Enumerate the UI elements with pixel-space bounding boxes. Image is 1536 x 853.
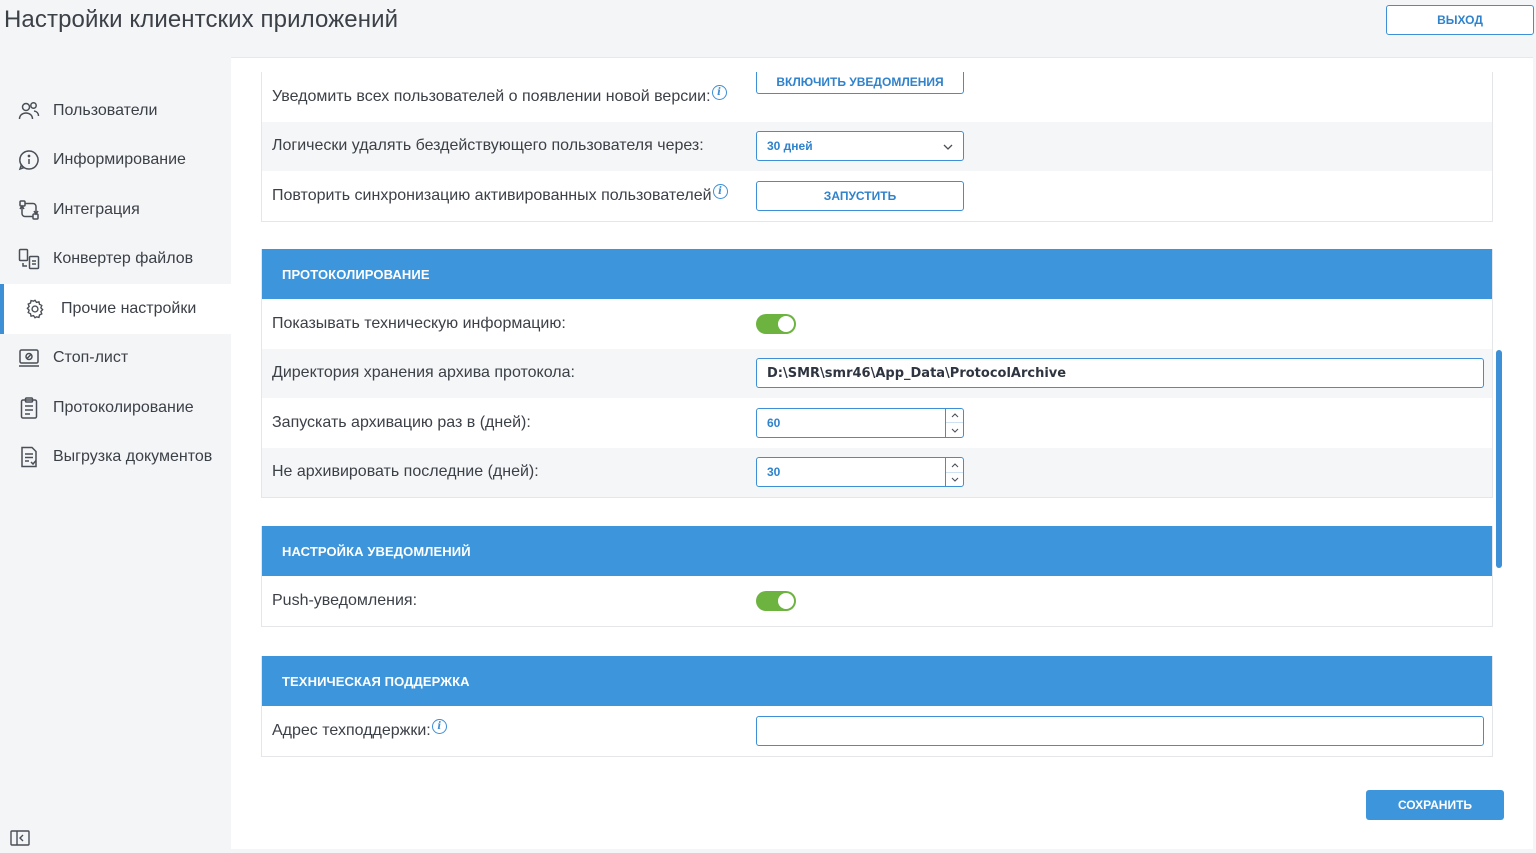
info-icon[interactable]: i [431, 719, 447, 735]
chevron-down-icon [943, 139, 953, 153]
sidebar-item-label: Интеграция [53, 200, 140, 218]
sync-row: Повторить синхронизацию активированных п… [262, 171, 1492, 221]
push-toggle[interactable] [756, 590, 796, 611]
increment-button[interactable] [946, 458, 963, 472]
notifications-section: НАСТРОЙКА УВЕДОМЛЕНИЙ Push-уведомления: [261, 526, 1493, 627]
collapse-sidebar-icon [10, 829, 30, 851]
support-address-row: Адрес техподдержки: i [262, 706, 1492, 756]
notifications-section-title: НАСТРОЙКА УВЕДОМЛЕНИЙ [262, 526, 1492, 576]
delete-inactive-label: Логически удалять бездействующего пользо… [272, 137, 704, 155]
increment-button[interactable] [946, 409, 963, 423]
decrement-button[interactable] [946, 471, 963, 487]
keep-recent-label: Не архивировать последние (дней): [272, 463, 539, 481]
show-tech-toggle[interactable] [756, 313, 796, 334]
push-row: Push-уведомления: [262, 576, 1492, 626]
save-button[interactable]: СОХРАНИТЬ [1366, 790, 1504, 820]
sidebar-item-informing[interactable]: Информирование [0, 136, 231, 186]
file-convert-icon [16, 246, 42, 272]
sidebar-item-integration[interactable]: Интеграция [0, 185, 231, 235]
sidebar-item-label: Стоп-лист [53, 349, 129, 367]
info-icon[interactable]: i [711, 85, 727, 101]
notify-row: Уведомить всех пользователей о появлении… [262, 71, 1492, 122]
info-icon[interactable]: i [712, 184, 728, 200]
info-bubble-icon [16, 147, 42, 173]
delete-period-select[interactable]: 30 дней [756, 131, 964, 162]
sidebar: Пользователи Информирование Интеграция К… [0, 86, 231, 482]
document-export-icon [16, 444, 42, 470]
sync-label: Повторить синхронизацию активированных п… [272, 186, 712, 204]
support-section-title: ТЕХНИЧЕСКАЯ ПОДДЕРЖКА [262, 656, 1492, 706]
users-icon [16, 98, 42, 124]
sidebar-item-file-converter[interactable]: Конвертер файлов [0, 235, 231, 285]
sidebar-item-label: Протоколирование [53, 398, 194, 416]
sidebar-item-label: Информирование [53, 151, 186, 169]
settings-content: Уведомить всех пользователей о появлении… [231, 57, 1533, 849]
clipboard-icon [16, 395, 42, 421]
general-settings-section: Уведомить всех пользователей о появлении… [261, 71, 1493, 222]
integration-icon [16, 197, 42, 223]
push-label: Push-уведомления: [272, 591, 418, 609]
toggle-knob [778, 315, 794, 332]
sidebar-item-logging[interactable]: Протоколирование [0, 383, 231, 433]
logging-section-title: ПРОТОКОЛИРОВАНИЕ [262, 249, 1492, 299]
support-address-input[interactable] [756, 715, 1484, 746]
notify-label: Уведомить всех пользователей о появлении… [272, 87, 711, 105]
logout-button[interactable]: ВЫХОД [1386, 5, 1534, 35]
run-sync-button[interactable]: ЗАПУСТИТЬ [756, 180, 964, 211]
page-title: Настройки клиентских приложений [4, 6, 399, 33]
sidebar-item-label: Выгрузка документов [53, 448, 213, 466]
sidebar-item-users[interactable]: Пользователи [0, 86, 231, 136]
show-tech-row: Показывать техническую информацию: [262, 299, 1492, 349]
archive-period-row: Запускать архивацию раз в (дней): 60 [262, 398, 1492, 448]
sidebar-item-label: Прочие настройки [61, 299, 197, 317]
support-section: ТЕХНИЧЕСКАЯ ПОДДЕРЖКА Адрес техподдержки… [261, 656, 1493, 757]
keep-recent-stepper[interactable]: 30 [756, 457, 964, 488]
sidebar-item-document-export[interactable]: Выгрузка документов [0, 433, 231, 483]
keep-recent-row: Не архивировать последние (дней): 30 [262, 447, 1492, 497]
show-tech-label: Показывать техническую информацию: [272, 314, 566, 332]
archive-dir-row: Директория хранения архива протокола: D:… [262, 348, 1492, 398]
sidebar-item-other-settings[interactable]: Прочие настройки [0, 284, 231, 334]
archive-period-label: Запускать архивацию раз в (дней): [272, 413, 531, 431]
logging-section: ПРОТОКОЛИРОВАНИЕ Показывать техническую … [261, 249, 1493, 498]
archive-dir-label: Директория хранения архива протокола: [272, 364, 575, 382]
keep-recent-value[interactable]: 30 [757, 458, 945, 486]
delete-inactive-row: Логически удалять бездействующего пользо… [262, 121, 1492, 171]
collapse-sidebar-button[interactable] [9, 829, 31, 851]
archive-period-stepper[interactable]: 60 [756, 407, 964, 438]
archive-period-value[interactable]: 60 [757, 409, 945, 437]
delete-period-value: 30 дней [767, 139, 813, 154]
sidebar-item-stop-list[interactable]: Стоп-лист [0, 334, 231, 384]
scrollbar-thumb[interactable] [1496, 350, 1502, 568]
archive-dir-input[interactable]: D:\SMR\smr46\App_Data\ProtocolArchive [756, 358, 1484, 389]
toggle-knob [778, 592, 794, 609]
stop-list-icon [16, 345, 42, 371]
support-address-label: Адрес техподдержки: [272, 721, 431, 739]
sidebar-item-label: Пользователи [53, 101, 158, 119]
gear-icon [22, 296, 48, 322]
decrement-button[interactable] [946, 422, 963, 437]
enable-notifications-button[interactable]: ВКЛЮЧИТЬ УВЕДОМЛЕНИЯ [756, 71, 964, 94]
sidebar-item-label: Конвертер файлов [53, 250, 194, 268]
